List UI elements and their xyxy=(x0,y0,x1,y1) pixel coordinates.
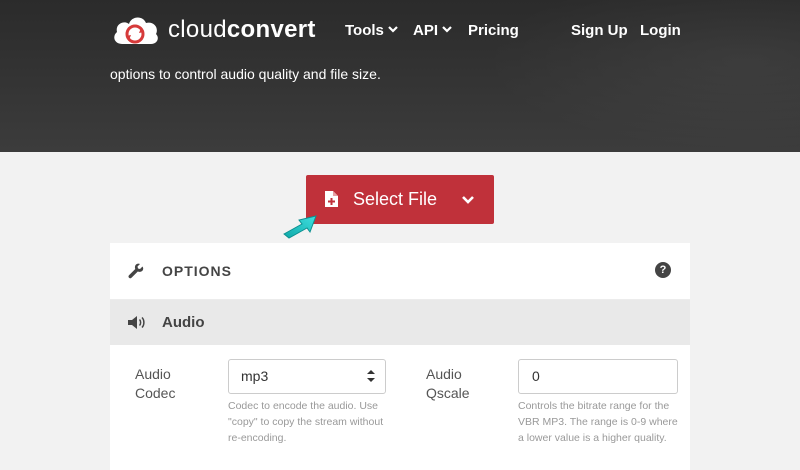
nav-pricing-label: Pricing xyxy=(468,22,519,39)
nav-api[interactable]: API xyxy=(413,22,452,39)
audio-codec-label: Audio Codec xyxy=(135,365,175,403)
select-updown-icon xyxy=(367,370,375,382)
nav-tools[interactable]: Tools xyxy=(345,22,398,39)
audio-qscale-label: Audio Qscale xyxy=(426,365,470,403)
audio-codec-help: Codec to encode the audio. Use "copy" to… xyxy=(228,400,384,444)
nav-login-label: Login xyxy=(640,22,681,39)
chevron-down-icon xyxy=(388,26,398,33)
options-title: OPTIONS xyxy=(162,263,233,279)
audio-qscale-value: 0 xyxy=(532,368,540,384)
pointer-arrow-icon xyxy=(283,215,317,239)
header-subtitle: options to control audio quality and fil… xyxy=(110,66,381,82)
nav-api-label: API xyxy=(413,22,439,39)
brand-name-bold: convert xyxy=(226,16,316,43)
options-header: OPTIONS ? xyxy=(110,243,690,300)
nav-signup-label: Sign Up xyxy=(571,22,628,39)
nav-signup[interactable]: Sign Up xyxy=(571,22,628,39)
speaker-icon xyxy=(128,316,145,329)
audio-qscale-input[interactable]: 0 xyxy=(518,359,678,394)
audio-qscale-help: Controls the bitrate range for the VBR M… xyxy=(518,400,678,444)
audio-qscale-label-line2: Qscale xyxy=(426,385,470,401)
file-plus-icon xyxy=(325,191,338,207)
audio-qscale-label-line1: Audio xyxy=(426,366,462,382)
chevron-down-icon[interactable] xyxy=(461,193,475,207)
audio-codec-label-line1: Audio xyxy=(135,366,171,382)
help-icon[interactable]: ? xyxy=(655,262,671,278)
audio-codec-label-line2: Codec xyxy=(135,385,176,401)
chevron-down-icon xyxy=(442,26,452,33)
select-file-label: Select File xyxy=(353,189,438,209)
options-panel: OPTIONS ? Audio Audio Codec mp3 Codec to… xyxy=(110,243,690,470)
wrench-icon xyxy=(128,263,144,279)
site-header: cloudconvert Tools API Pricing Sign Up L… xyxy=(0,0,800,152)
brand-name: cloudconvert xyxy=(168,16,316,44)
audio-codec-select[interactable]: mp3 xyxy=(228,359,386,394)
select-file-button[interactable]: Select File xyxy=(306,175,494,224)
audio-section-title: Audio xyxy=(162,314,205,331)
nav-login[interactable]: Login xyxy=(640,22,681,39)
brand-logo[interactable]: cloudconvert xyxy=(110,12,316,48)
brand-name-light: cloud xyxy=(168,16,227,43)
nav-tools-label: Tools xyxy=(345,22,384,39)
nav-pricing[interactable]: Pricing xyxy=(468,22,519,39)
audio-section-header[interactable]: Audio xyxy=(110,300,690,345)
audio-codec-value: mp3 xyxy=(241,368,269,384)
cloud-logo-icon xyxy=(114,17,158,44)
